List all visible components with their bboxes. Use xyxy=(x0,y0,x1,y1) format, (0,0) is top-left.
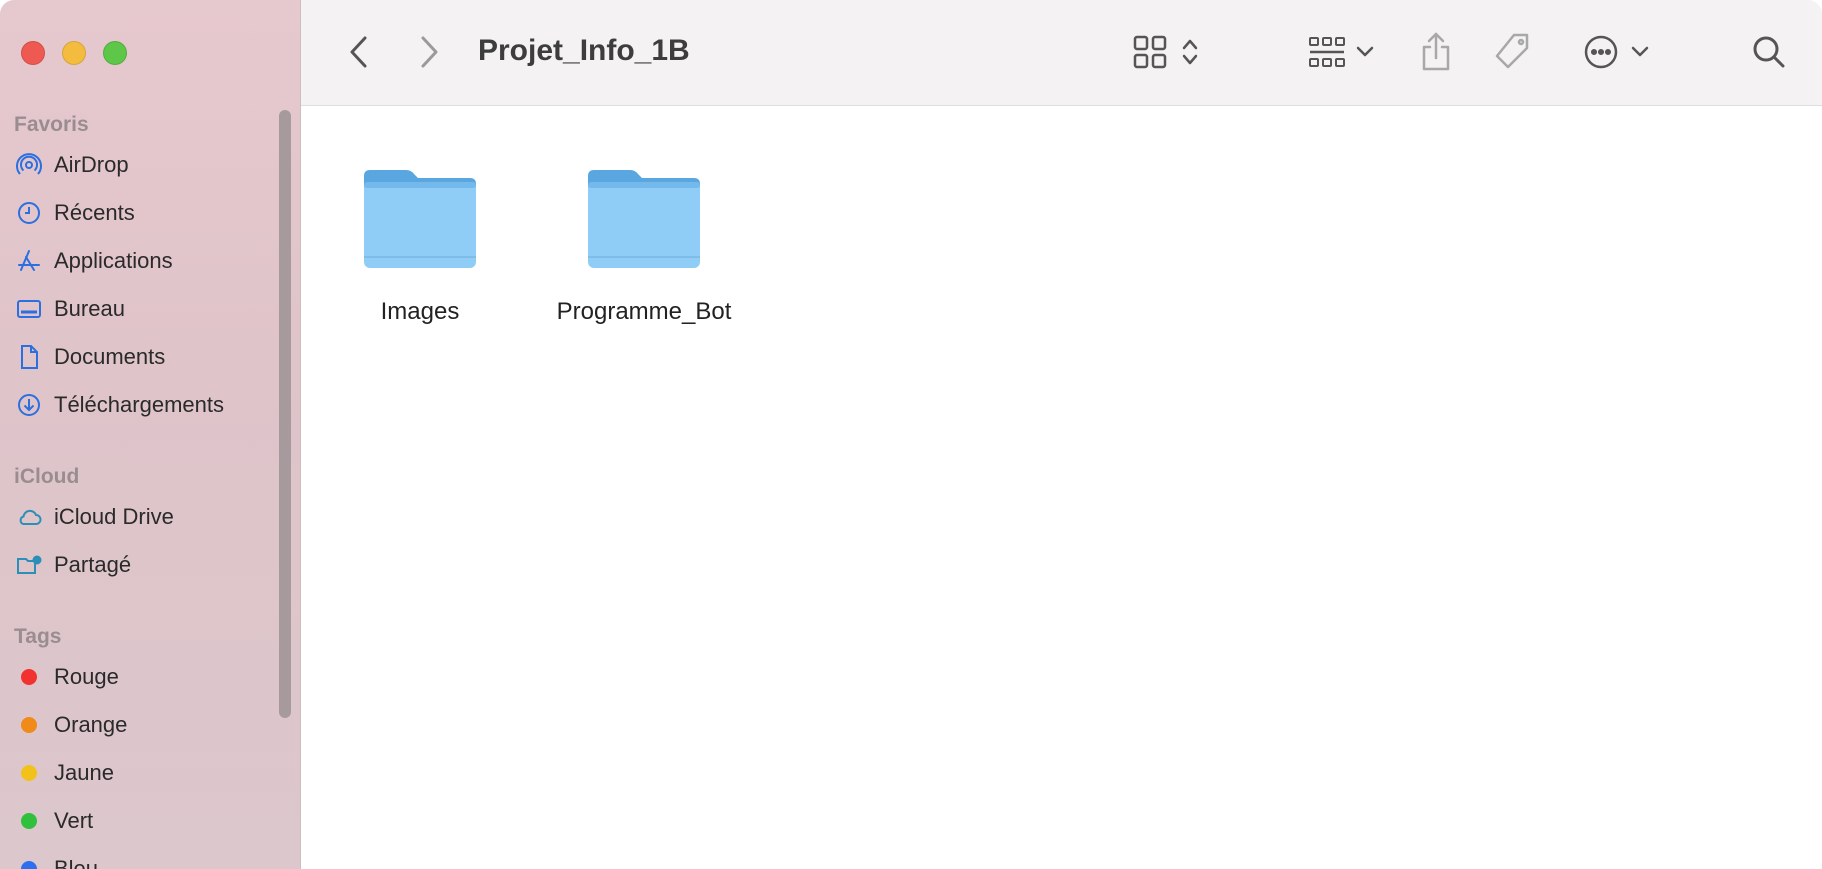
chevron-right-icon xyxy=(421,36,438,68)
sidebar-section-icloud: iCloud xyxy=(14,465,80,488)
sidebar: Favoris AirDrop Récents Applications Bur… xyxy=(0,0,301,869)
forward-button[interactable] xyxy=(411,30,447,74)
folder-icon xyxy=(588,170,700,268)
sidebar-item-label: Bleu xyxy=(54,856,99,869)
close-button[interactable] xyxy=(21,41,45,65)
group-button[interactable] xyxy=(1301,30,1381,74)
window-title: Projet_Info_1B xyxy=(478,34,690,67)
sidebar-item-tag-orange[interactable]: Orange xyxy=(14,707,127,743)
sidebar-item-tag-bleu[interactable]: Bleu xyxy=(14,851,98,869)
sidebar-item-partage[interactable]: Partagé xyxy=(14,547,131,583)
sidebar-item-tag-vert[interactable]: Vert xyxy=(14,803,93,839)
chevron-down-icon xyxy=(1356,46,1374,57)
document-icon xyxy=(14,342,44,372)
sidebar-item-label: Vert xyxy=(54,808,94,833)
up-down-chevron-icon xyxy=(1182,39,1198,65)
zoom-button[interactable] xyxy=(103,41,127,65)
group-icon xyxy=(1309,37,1345,67)
sidebar-section-favorites: Favoris xyxy=(14,113,89,136)
share-button[interactable] xyxy=(1416,30,1456,74)
cloud-icon xyxy=(14,502,44,532)
sidebar-item-documents[interactable]: Documents xyxy=(14,339,165,375)
sidebar-item-label: Jaune xyxy=(54,760,114,785)
finder-window: Favoris AirDrop Récents Applications Bur… xyxy=(0,0,1822,869)
share-icon xyxy=(1422,32,1450,71)
sidebar-item-label: Rouge xyxy=(54,664,119,689)
sidebar-item-telechargements[interactable]: Téléchargements xyxy=(14,387,224,423)
sidebar-item-label: iCloud Drive xyxy=(54,504,174,529)
shared-folder-icon xyxy=(14,550,44,580)
folder-item[interactable]: Images xyxy=(310,164,530,326)
clock-icon xyxy=(14,198,44,228)
tag-dot-icon xyxy=(14,758,44,788)
sidebar-item-icloud-drive[interactable]: iCloud Drive xyxy=(14,499,174,535)
grid-view-icon xyxy=(1133,35,1167,69)
sidebar-scrollbar[interactable] xyxy=(279,110,291,718)
desktop-icon xyxy=(14,294,44,324)
applications-icon xyxy=(14,246,44,276)
chevron-left-icon xyxy=(350,36,367,68)
search-button[interactable] xyxy=(1747,30,1791,74)
more-actions-button[interactable] xyxy=(1576,30,1656,74)
tag-dot-icon xyxy=(14,662,44,692)
chevron-down-icon xyxy=(1631,46,1649,57)
window-controls xyxy=(21,41,127,65)
folder-label: Programme_Bot xyxy=(556,298,732,325)
sidebar-item-applications[interactable]: Applications xyxy=(14,243,173,279)
sidebar-item-label: Orange xyxy=(54,712,128,737)
back-button[interactable] xyxy=(341,30,377,74)
sidebar-item-recents[interactable]: Récents xyxy=(14,195,135,231)
sidebar-section-tags: Tags xyxy=(14,625,62,648)
search-icon xyxy=(1753,36,1785,68)
sidebar-item-bureau[interactable]: Bureau xyxy=(14,291,125,327)
folder-icon xyxy=(364,170,476,268)
file-browser: Images Programme_Bot xyxy=(301,106,1822,869)
download-icon xyxy=(14,390,44,420)
sidebar-item-airdrop[interactable]: AirDrop xyxy=(14,147,129,183)
tag-dot-icon xyxy=(14,806,44,836)
sidebar-item-tag-rouge[interactable]: Rouge xyxy=(14,659,119,695)
tag-dot-icon xyxy=(14,854,44,869)
sidebar-item-label: Bureau xyxy=(54,296,125,321)
folder-item[interactable]: Programme_Bot xyxy=(534,164,754,326)
more-icon xyxy=(1584,35,1618,69)
tag-dot-icon xyxy=(14,710,44,740)
tag-icon xyxy=(1495,33,1529,69)
sidebar-item-label: Récents xyxy=(54,200,135,225)
sidebar-item-label: AirDrop xyxy=(54,152,129,177)
sidebar-item-label: Applications xyxy=(54,248,173,273)
tag-button[interactable] xyxy=(1489,30,1535,74)
sidebar-item-label: Documents xyxy=(54,344,166,369)
sidebar-item-tag-jaune[interactable]: Jaune xyxy=(14,755,114,791)
minimize-button[interactable] xyxy=(62,41,86,65)
view-mode-button[interactable] xyxy=(1121,30,1211,74)
toolbar: Projet_Info_1B xyxy=(301,0,1822,106)
airdrop-icon xyxy=(14,150,44,180)
sidebar-item-label: Partagé xyxy=(54,552,132,577)
folder-label: Images xyxy=(380,298,460,325)
sidebar-item-label: Téléchargements xyxy=(54,392,224,417)
